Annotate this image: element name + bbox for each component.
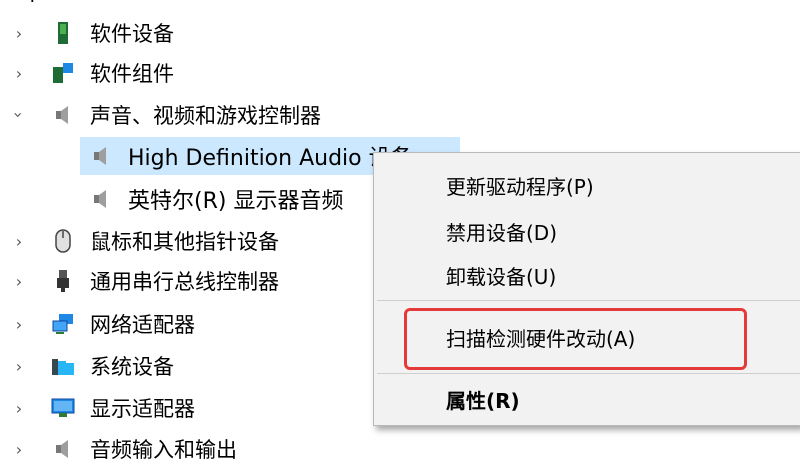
- chevron-down-icon[interactable]: ›: [10, 108, 29, 122]
- menu-item-update-driver[interactable]: 更新驱动程序(P): [446, 171, 594, 200]
- chevron-right-icon[interactable]: ›: [12, 357, 26, 376]
- speaker-icon: [88, 186, 114, 212]
- speaker-icon: [50, 102, 76, 128]
- chevron-right-icon[interactable]: ›: [12, 64, 26, 83]
- speaker-icon: [50, 436, 76, 462]
- tree-item-label: 音频输入和输出: [90, 438, 237, 462]
- chevron-right-icon[interactable]: ›: [12, 315, 26, 334]
- software-component-icon: [50, 60, 76, 86]
- monitor-icon: [50, 395, 76, 421]
- speaker-icon: [88, 143, 114, 169]
- mouse-icon: [50, 228, 76, 254]
- menu-item-disable-device[interactable]: 禁用设备(D): [446, 217, 557, 246]
- tree-item-label: 显示适配器: [90, 397, 195, 421]
- chevron-right-icon[interactable]: ›: [12, 24, 26, 43]
- chevron-right-icon[interactable]: ›: [12, 272, 26, 291]
- menu-item-scan-hardware-changes[interactable]: 扫描检测硬件改动(A): [446, 323, 635, 352]
- tree-item-label: 鼠标和其他指针设备: [90, 230, 279, 254]
- tree-item-label: High Definition Audio 设备: [128, 146, 413, 171]
- tree-item-label: 软件组件: [90, 62, 174, 86]
- chevron-right-icon[interactable]: ›: [12, 399, 26, 418]
- tree-item-label: 软件设备: [90, 22, 174, 46]
- tree-item-partial-top: ?: [28, 0, 38, 7]
- software-device-icon: [50, 20, 76, 46]
- menu-separator: [377, 300, 800, 301]
- tree-item-label: 网络适配器: [90, 313, 195, 337]
- usb-icon: [50, 268, 76, 294]
- system-folder-icon: [50, 353, 76, 379]
- menu-separator: [377, 373, 800, 374]
- network-icon: [50, 311, 76, 337]
- chevron-right-icon[interactable]: ›: [12, 440, 26, 459]
- context-menu: 更新驱动程序(P) 禁用设备(D) 卸载设备(U) 扫描检测硬件改动(A) 属性…: [373, 152, 800, 426]
- menu-item-uninstall-device[interactable]: 卸载设备(U): [446, 261, 556, 290]
- tree-item-label: 声音、视频和游戏控制器: [90, 104, 321, 128]
- tree-item-label: 英特尔(R) 显示器音频: [128, 189, 344, 214]
- menu-item-properties[interactable]: 属性(R): [446, 385, 520, 414]
- tree-item-label: 通用串行总线控制器: [90, 270, 279, 294]
- tree-item-label: 系统设备: [90, 355, 174, 379]
- chevron-right-icon[interactable]: ›: [12, 232, 26, 251]
